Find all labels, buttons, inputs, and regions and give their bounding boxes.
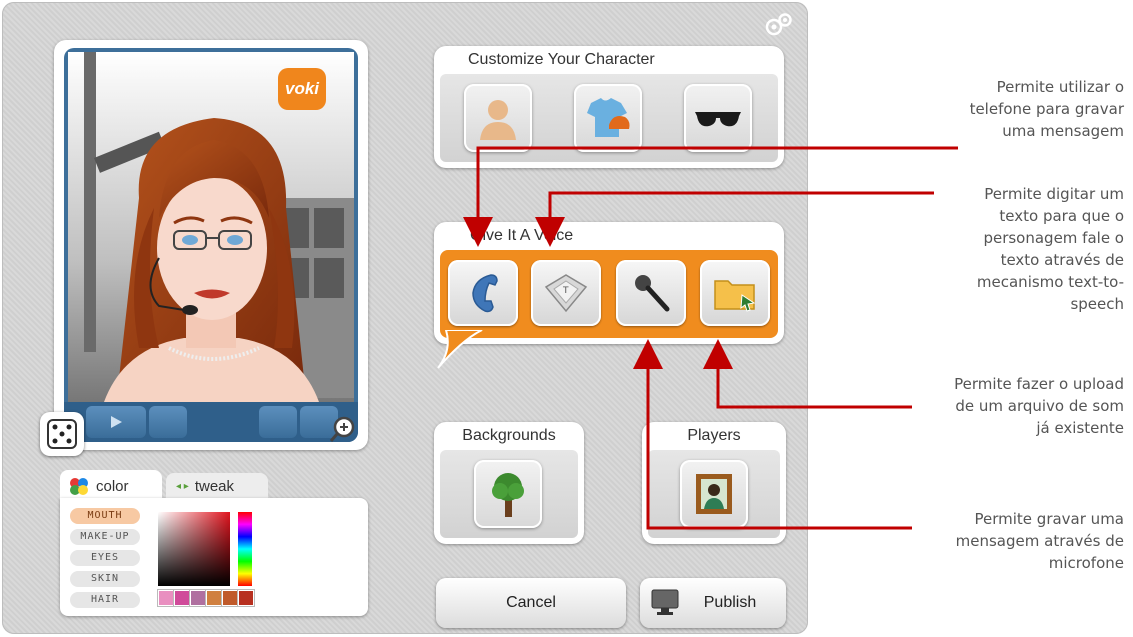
color-swatch[interactable] — [206, 590, 222, 606]
voki-logo: voki — [278, 68, 326, 110]
keyboard-key-icon: T — [544, 274, 588, 313]
portrait-frame-icon — [696, 474, 732, 514]
tree-icon — [492, 473, 524, 517]
voice-text-to-speech-button[interactable]: T — [531, 260, 601, 326]
customize-clothing-button[interactable] — [574, 84, 642, 152]
play-button[interactable] — [86, 406, 146, 438]
svg-text:T: T — [562, 286, 569, 296]
feature-hair[interactable]: HAIR — [70, 592, 140, 608]
tweak-arrows-icon: ◂ ▸ — [176, 480, 189, 492]
players-button[interactable] — [680, 460, 748, 528]
speech-bubble-tail — [437, 330, 483, 369]
annotation-text-to-speech: Permite digitar um texto para que o pers… — [976, 185, 1124, 313]
tab-tweak[interactable]: ◂ ▸ tweak — [166, 473, 268, 499]
tab-color-label: color — [96, 477, 129, 495]
color-picker-square[interactable] — [158, 512, 230, 586]
customize-title: Customize Your Character — [468, 51, 655, 68]
voice-microphone-button[interactable] — [616, 260, 686, 326]
character-preview-panel: voki — [54, 40, 368, 450]
color-swatch[interactable] — [238, 590, 254, 606]
folder-upload-icon — [714, 280, 756, 312]
annotation-phone: Permite utilizar o telefone para gravar … — [969, 78, 1124, 140]
voice-title: Give It A Voice — [470, 227, 574, 244]
clothing-icon — [587, 98, 630, 137]
sunglasses-icon — [695, 112, 741, 127]
voice-phone-button[interactable] — [448, 260, 518, 326]
randomize-dice-icon[interactable] — [40, 412, 84, 456]
backgrounds-button[interactable] — [474, 460, 542, 528]
backgrounds-title: Backgrounds — [462, 427, 556, 444]
feature-skin[interactable]: SKIN — [70, 571, 140, 587]
customize-head-button[interactable] — [464, 84, 532, 152]
customize-accessories-button[interactable] — [684, 84, 752, 152]
players-panel: Players — [642, 422, 786, 544]
player-controls — [64, 402, 358, 442]
tab-tweak-label: tweak — [194, 477, 235, 495]
volume-button[interactable] — [259, 406, 297, 438]
backgrounds-panel: Backgrounds — [434, 422, 584, 544]
annotation-microphone: Permite gravar uma mensagem através de m… — [955, 510, 1124, 572]
monitor-icon — [651, 589, 679, 615]
stop-button[interactable] — [149, 406, 187, 438]
players-title: Players — [687, 427, 741, 444]
publish-button-label: Publish — [703, 594, 757, 611]
color-swatch[interactable] — [190, 590, 206, 606]
play-icon — [111, 416, 122, 428]
voice-panel: Give It A Voice T — [434, 222, 784, 344]
zoom-icon[interactable] — [328, 414, 358, 444]
feature-mouth[interactable]: MOUTH — [70, 508, 140, 524]
annotation-upload: Permite fazer o upload de um arquivo de … — [954, 375, 1124, 437]
color-swatch[interactable] — [158, 590, 174, 606]
voki-app-window: voki color ◂ ▸ tweak MOUTH MAKE-UP EYES … — [2, 2, 808, 634]
feature-eyes[interactable]: EYES — [70, 550, 140, 566]
preview-frame: voki — [64, 48, 358, 442]
feature-makeup[interactable]: MAKE-UP — [70, 529, 140, 545]
phone-icon — [472, 274, 498, 313]
cancel-button[interactable]: Cancel — [436, 578, 626, 628]
color-swatch[interactable] — [222, 590, 238, 606]
color-palette-icon — [70, 478, 88, 495]
cancel-button-label: Cancel — [506, 594, 556, 611]
color-swatch[interactable] — [174, 590, 190, 606]
voice-upload-button[interactable] — [700, 260, 770, 326]
settings-gear-icon[interactable] — [762, 10, 796, 38]
publish-button[interactable]: Publish — [640, 578, 786, 628]
head-icon — [480, 100, 516, 140]
customize-panel: Customize Your Character — [434, 46, 784, 168]
hue-slider[interactable] — [238, 512, 252, 586]
microphone-icon — [635, 275, 670, 312]
